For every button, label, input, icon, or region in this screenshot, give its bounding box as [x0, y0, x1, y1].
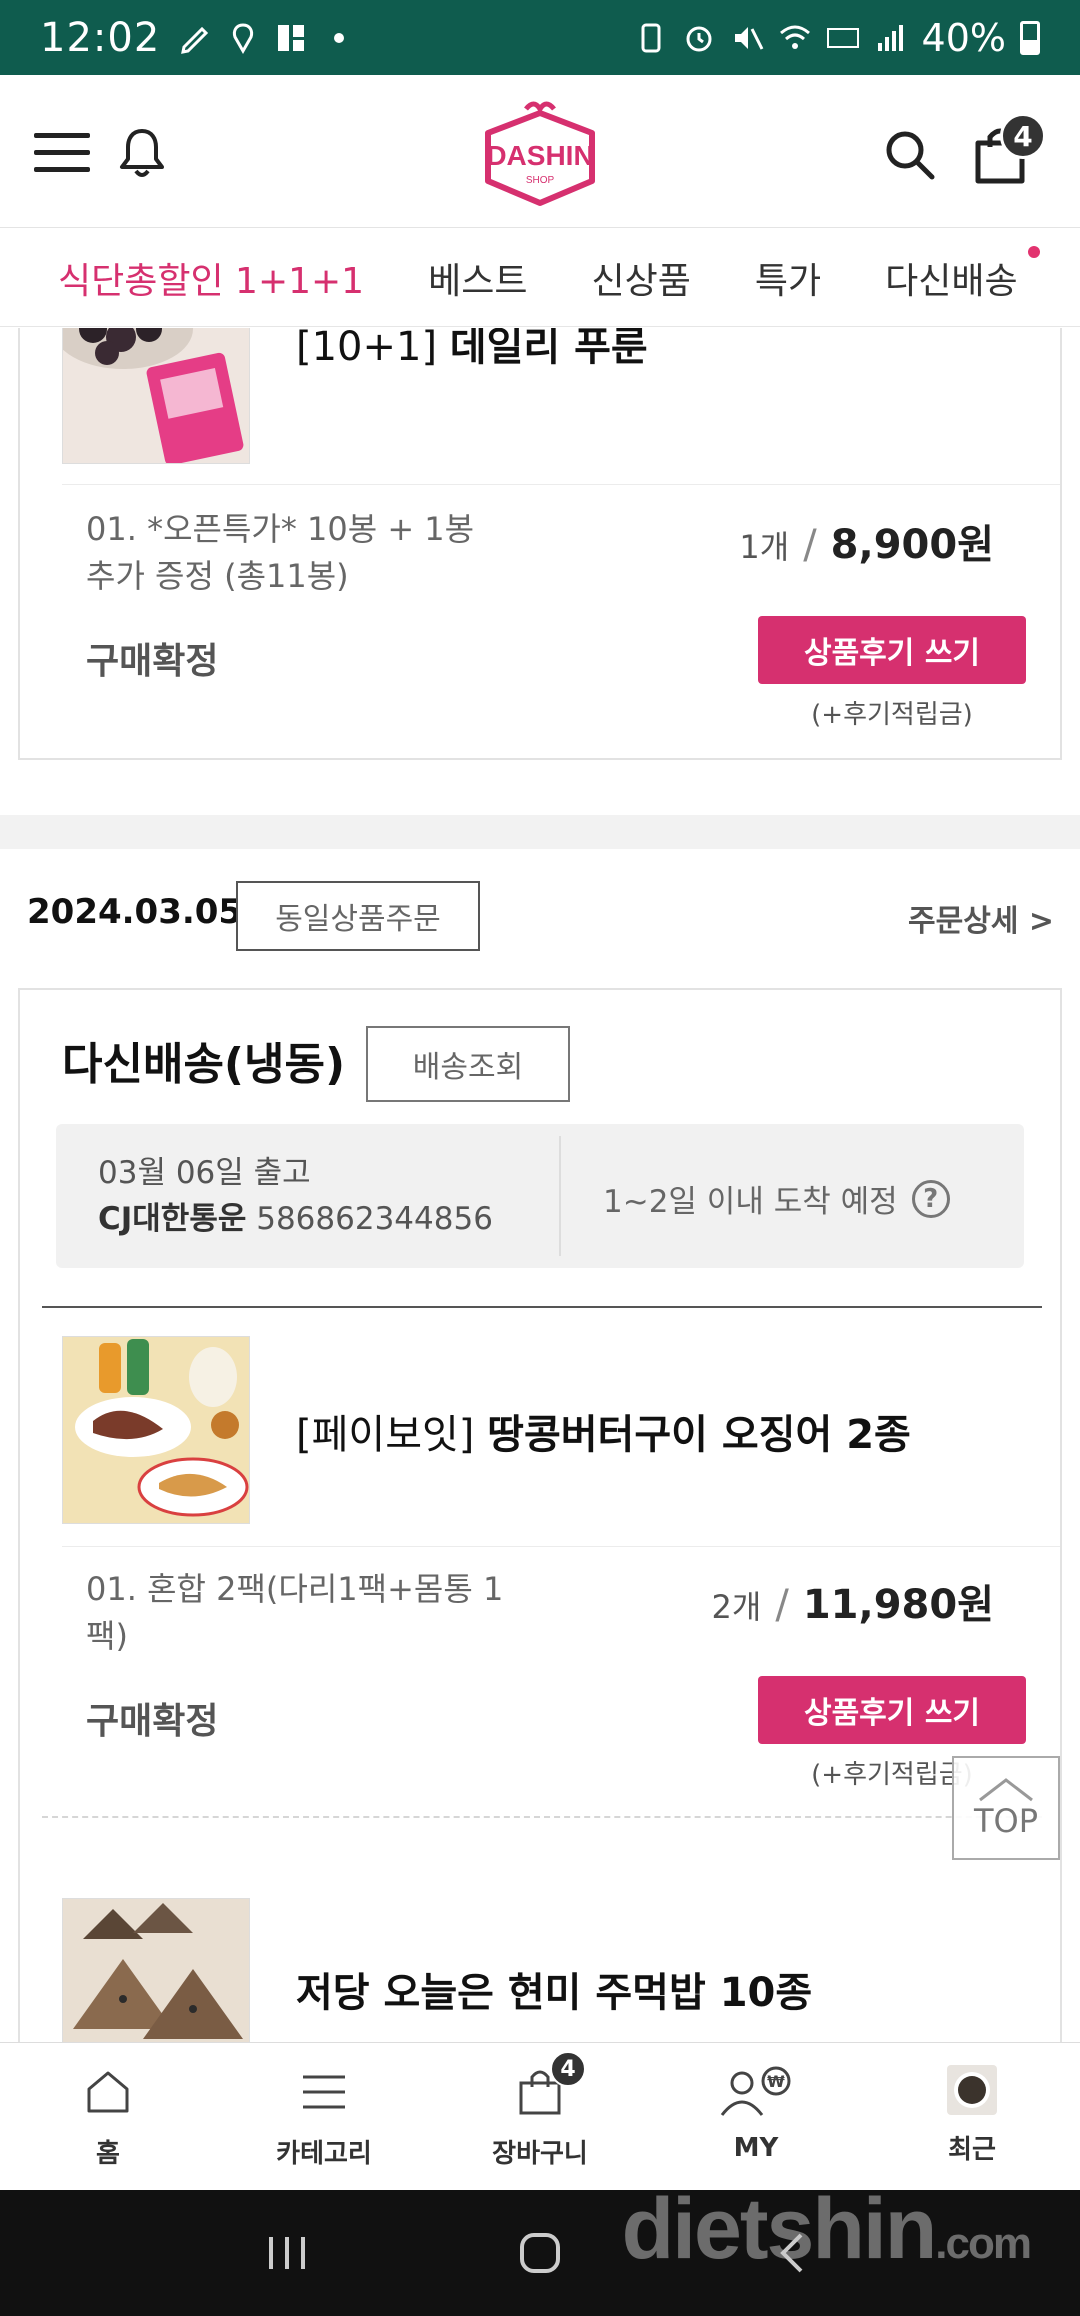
logo-text: DASHIN [486, 140, 593, 171]
qty-price: 1개 / 8,900원 [739, 512, 994, 570]
nav-home[interactable]: 홈 [0, 2043, 216, 2190]
order-list[interactable]: [10+1] 데일리 푸룬 01. *오픈특가* 10봉 + 1봉 추가 증정 … [0, 328, 1080, 2042]
review-reward-note: (+후기적립금) [811, 700, 973, 730]
mute-icon [734, 26, 763, 50]
product-name: 땅콩버터구이 오징어 2종 [487, 1412, 911, 1458]
product-thumbnail-squid[interactable] [62, 1336, 250, 1524]
bottom-navigation: 홈 카테고리 4 장바구니 ₩ MY 최근 [0, 2042, 1080, 2190]
shipping-type-title: 다신배송(냉동) [62, 1039, 346, 1090]
product-brand: [10+1] [296, 328, 438, 370]
location-icon [233, 22, 254, 54]
logo-sub: SHOP [526, 175, 555, 186]
tab-best[interactable]: 베스트 [428, 252, 527, 304]
item-divider [42, 1816, 1042, 1818]
help-icon[interactable]: ? [911, 1179, 950, 1218]
new-dot [1027, 245, 1040, 258]
tab-dashin-delivery-label: 다신배송 [885, 260, 1018, 302]
scroll-top-button[interactable]: TOP [952, 1756, 1060, 1860]
order-detail-link[interactable]: 주문상세 > [908, 896, 1054, 940]
divider [42, 1306, 1042, 1308]
battery-saver-icon [641, 23, 661, 52]
price: 8,900원 [830, 522, 994, 568]
nav-category[interactable]: 카테고리 [216, 2043, 432, 2190]
nav-category-label: 카테고리 [276, 2139, 372, 2169]
recents-icon[interactable] [265, 2233, 309, 2273]
category-icon [303, 2075, 345, 2109]
product-name: 저당 오늘은 현미 주먹밥 10종 [296, 1970, 813, 2016]
app-header: DASHIN SHOP 4 [0, 75, 1080, 228]
product-option: 01. 혼합 2팩(다리1팩+몸통 1팩) [86, 1570, 504, 1655]
tab-dashin-delivery[interactable]: 다신배송 [885, 245, 1040, 304]
chevron-up-icon [979, 1778, 1033, 1802]
search-icon[interactable] [882, 127, 936, 181]
cart-count-badge: 4 [1000, 113, 1046, 159]
svg-text:₩: ₩ [767, 2072, 785, 2091]
ship-date: 03월 06일 출고 [98, 1155, 311, 1191]
tab-diet-discount[interactable]: 식단총할인 1+1+1 [58, 252, 364, 304]
product-title[interactable]: [페이보잇] 땅콩버터구이 오징어 2종 [296, 1402, 911, 1460]
battery-icon [1020, 20, 1040, 55]
product-title[interactable]: 저당 오늘은 현미 주먹밥 10종 [296, 1960, 812, 2018]
edit-icon [181, 26, 209, 54]
top-label: TOP [973, 1802, 1039, 1840]
menu-button[interactable] [34, 133, 90, 173]
shipment-card: 다신배송(냉동) 배송조회 03월 06일 출고 CJ대한통운 58686234… [18, 988, 1062, 2042]
recent-product-thumbnail [947, 2065, 997, 2115]
quantity: 2개 [711, 1588, 762, 1626]
nav-my[interactable]: ₩ MY [648, 2043, 864, 2190]
tab-new[interactable]: 신상품 [591, 252, 690, 304]
nav-my-label: MY [733, 2133, 779, 2163]
nav-recent-label: 최근 [948, 2135, 996, 2165]
product-title[interactable]: [10+1] 데일리 푸룬 [296, 328, 648, 372]
signal-icon [877, 24, 903, 51]
battery-percent: 40% [921, 15, 1006, 60]
divider [62, 1546, 1060, 1547]
wifi-icon [779, 25, 810, 49]
tracking-number[interactable]: 586862344856 [256, 1201, 493, 1237]
nav-cart-label: 장바구니 [492, 2139, 588, 2169]
divider [62, 484, 1060, 485]
write-review-button[interactable]: 상품후기 쓰기 [758, 1676, 1026, 1744]
dot-icon [334, 32, 345, 43]
nav-recent[interactable]: 최근 [864, 2043, 1080, 2190]
carrier-name: CJ대한통운 [98, 1201, 247, 1237]
hd-voice-icon [826, 27, 859, 48]
my-icon: ₩ [720, 2066, 791, 2116]
category-tabs: 식단총할인 1+1+1 베스트 신상품 특가 다신배송 [0, 229, 1080, 327]
status-time: 12:02 [40, 14, 161, 61]
bell-icon[interactable] [116, 125, 168, 181]
app-icon [278, 24, 305, 51]
order-date: 2024.03.05 [27, 892, 243, 932]
section-separator [0, 815, 1080, 849]
reorder-same-button[interactable]: 동일상품주문 [236, 881, 480, 951]
purchase-confirmed: 구매확정 [86, 641, 219, 682]
track-shipment-button[interactable]: 배송조회 [366, 1026, 570, 1102]
product-option: 01. *오픈특가* 10봉 + 1봉 추가 증정 (총11봉) [86, 510, 475, 595]
home-icon [87, 2071, 129, 2113]
quantity: 1개 [739, 528, 790, 566]
watermark: dietshin.com [621, 2181, 1032, 2277]
write-review-button[interactable]: 상품후기 쓰기 [758, 616, 1026, 684]
home-circle-icon[interactable] [518, 2231, 562, 2275]
alarm-icon [686, 26, 712, 51]
product-brand: [페이보잇] [296, 1412, 475, 1458]
dashin-logo[interactable]: DASHIN SHOP [474, 95, 606, 211]
price: 11,980원 [802, 1582, 994, 1628]
product-thumbnail-prune[interactable] [62, 328, 250, 464]
nav-cart-badge: 4 [550, 2051, 586, 2087]
product-thumbnail-riceball[interactable] [62, 1898, 250, 2042]
product-name: 데일리 푸룬 [449, 328, 648, 370]
status-bar: 12:02 40% [0, 0, 1080, 75]
qty-price: 2개 / 11,980원 [712, 1572, 994, 1630]
eta-text: 1~2일 이내 도착 예정 [603, 1184, 898, 1220]
tab-special[interactable]: 특가 [755, 252, 821, 304]
shipping-info-box: 03월 06일 출고 CJ대한통운 586862344856 1~2일 이내 도… [56, 1124, 1024, 1268]
nav-home-label: 홈 [96, 2139, 120, 2169]
purchase-confirmed: 구매확정 [86, 1701, 219, 1742]
nav-cart[interactable]: 4 장바구니 [432, 2043, 648, 2190]
order-card: [10+1] 데일리 푸룬 01. *오픈특가* 10봉 + 1봉 추가 증정 … [18, 328, 1062, 760]
